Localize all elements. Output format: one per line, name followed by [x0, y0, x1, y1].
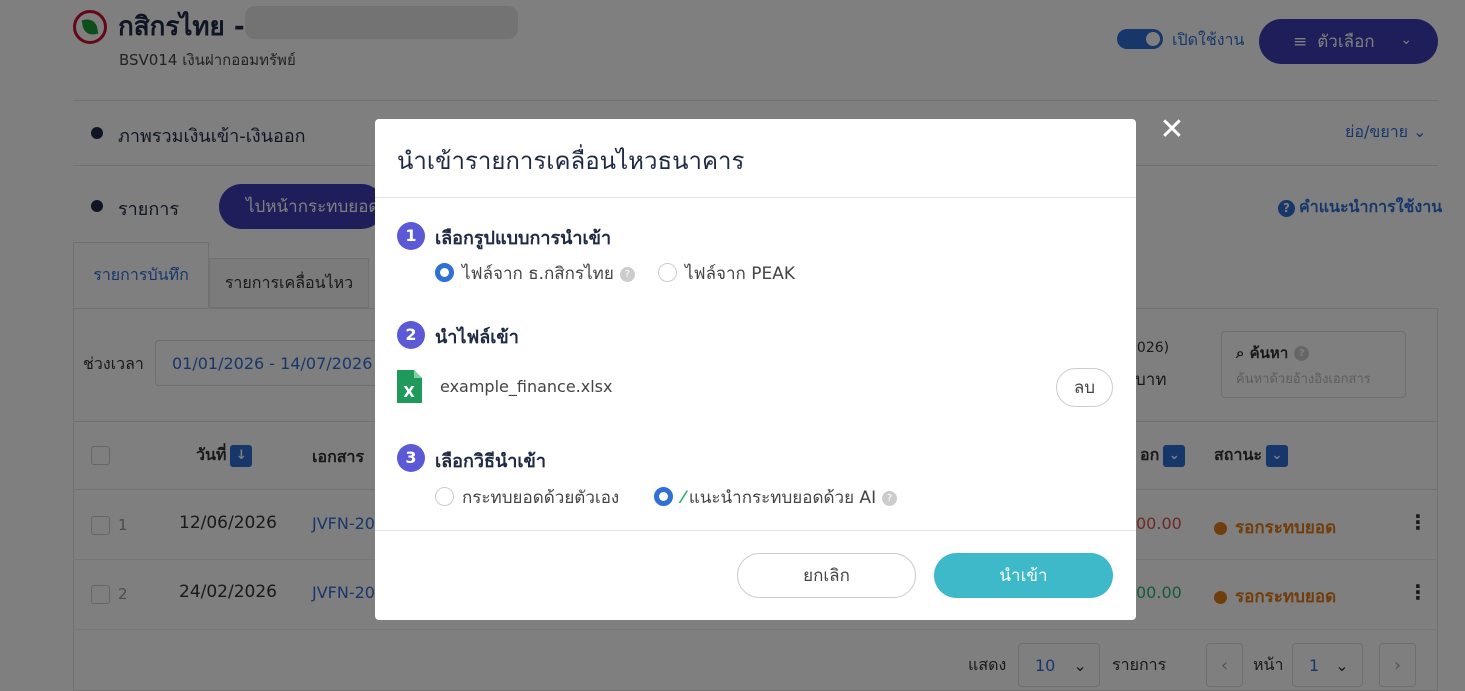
radio-kbank-file-text: ไฟล์จาก ธ.กสิกรไทย — [462, 264, 614, 284]
radio-ai-reconcile[interactable] — [654, 487, 673, 506]
step-1-title: เลือกรูปแบบการนำเข้า — [435, 228, 612, 249]
cancel-button[interactable]: ยกเลิก — [737, 553, 916, 598]
info-icon: ? — [882, 490, 898, 506]
step-3-title: เลือกวิธีนำเข้า — [435, 451, 546, 472]
radio-kbank-file-label[interactable]: ไฟล์จาก ธ.กสิกรไทย? — [462, 260, 635, 287]
divider — [375, 530, 1136, 531]
dialog-title: นำเข้ารายการเคลื่อนไหวธนาคาร — [397, 147, 745, 175]
step-2-badge: 2 — [397, 321, 425, 349]
uploaded-file-name: example_finance.xlsx — [440, 377, 613, 396]
close-icon[interactable]: ✕ — [1155, 113, 1189, 147]
radio-peak-file-label[interactable]: ไฟล์จาก PEAK — [685, 260, 795, 287]
radio-ai-reconcile-label[interactable]: ⁄ แนะนำกระทบยอดด้วย AI? — [682, 484, 898, 511]
svg-text:X: X — [403, 383, 415, 401]
divider — [375, 197, 1136, 198]
import-button[interactable]: นำเข้า — [934, 553, 1113, 598]
radio-ai-reconcile-text: แนะนำกระทบยอดด้วย AI — [688, 488, 877, 508]
radio-manual-reconcile-label[interactable]: กระทบยอดด้วยตัวเอง — [462, 484, 619, 511]
step-2-title: นำไฟล์เข้า — [435, 327, 519, 348]
magic-wand-icon: ⁄ — [682, 488, 685, 508]
import-bank-movements-dialog: นำเข้ารายการเคลื่อนไหวธนาคาร 1 เลือกรูปแ… — [375, 119, 1136, 620]
radio-peak-file[interactable] — [658, 263, 677, 282]
radio-kbank-file[interactable] — [435, 263, 454, 282]
step-1-badge: 1 — [397, 222, 425, 250]
step-3-badge: 3 — [397, 444, 425, 472]
radio-manual-reconcile[interactable] — [435, 487, 454, 506]
delete-file-button[interactable]: ลบ — [1056, 368, 1113, 407]
info-icon: ? — [619, 266, 635, 282]
excel-file-icon: X — [397, 370, 422, 403]
